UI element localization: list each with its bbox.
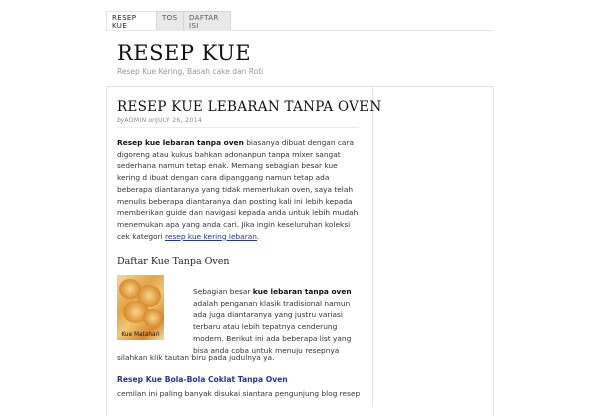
cookie-shape	[143, 309, 163, 327]
site-title[interactable]: RESEP KUE	[117, 41, 251, 65]
sidebar-divider	[372, 86, 373, 406]
image-caption: Kue Matahari	[121, 332, 160, 338]
site-tagline: Resep Kue Kering, Basah cake dan Roti	[117, 67, 264, 76]
list-intro-paragraph: Sebagian besar kue lebaran tanpa oven ad…	[193, 286, 365, 356]
tab-daftar-isi[interactable]: DAFTAR ISI	[183, 11, 231, 30]
category-link[interactable]: resep kue kering lebaran	[165, 232, 257, 241]
recipe-description: cemilan ini paling banyak disukai sianta…	[117, 389, 361, 398]
intro-text: biasanya dibuat dengan cara digoreng ata…	[117, 138, 359, 241]
recipe-link-bola-coklat[interactable]: Resep Kue Bola-Bola Coklat Tanpa Oven	[117, 375, 288, 384]
post-date: JULY 26, 2014	[155, 117, 203, 124]
p2-text-b: adalah penganan klasik tradisional namun…	[193, 298, 352, 355]
tab-resep-kue[interactable]: RESEP KUE	[106, 11, 157, 30]
intro-bold: Resep kue lebaran tanpa oven	[117, 138, 244, 147]
intro-end: .	[256, 231, 260, 241]
post-title[interactable]: RESEP KUE LEBARAN TANPA OVEN	[117, 99, 382, 115]
p2-text-a: Sebagian besar	[193, 287, 253, 296]
header-divider	[106, 30, 494, 31]
post-meta: byADMIN onJULY 26, 2014	[117, 117, 202, 124]
list-intro-continuation: silahkan klik tautan biru pada judulnya …	[117, 353, 275, 362]
intro-paragraph: Resep kue lebaran tanpa oven biasanya di…	[117, 137, 361, 242]
meta-divider	[117, 127, 359, 128]
section-heading: Daftar Kue Tanpa Oven	[117, 256, 230, 267]
kue-matahari-image[interactable]: Kue Matahari	[117, 275, 164, 340]
content-frame	[106, 86, 494, 416]
meta-on: on	[148, 117, 156, 124]
tab-tos[interactable]: TOS	[156, 11, 184, 30]
top-nav-tabs: RESEP KUE TOS DAFTAR ISI	[106, 11, 231, 30]
post-author[interactable]: ADMIN	[124, 117, 146, 124]
p2-bold: kue lebaran tanpa oven	[252, 287, 352, 296]
